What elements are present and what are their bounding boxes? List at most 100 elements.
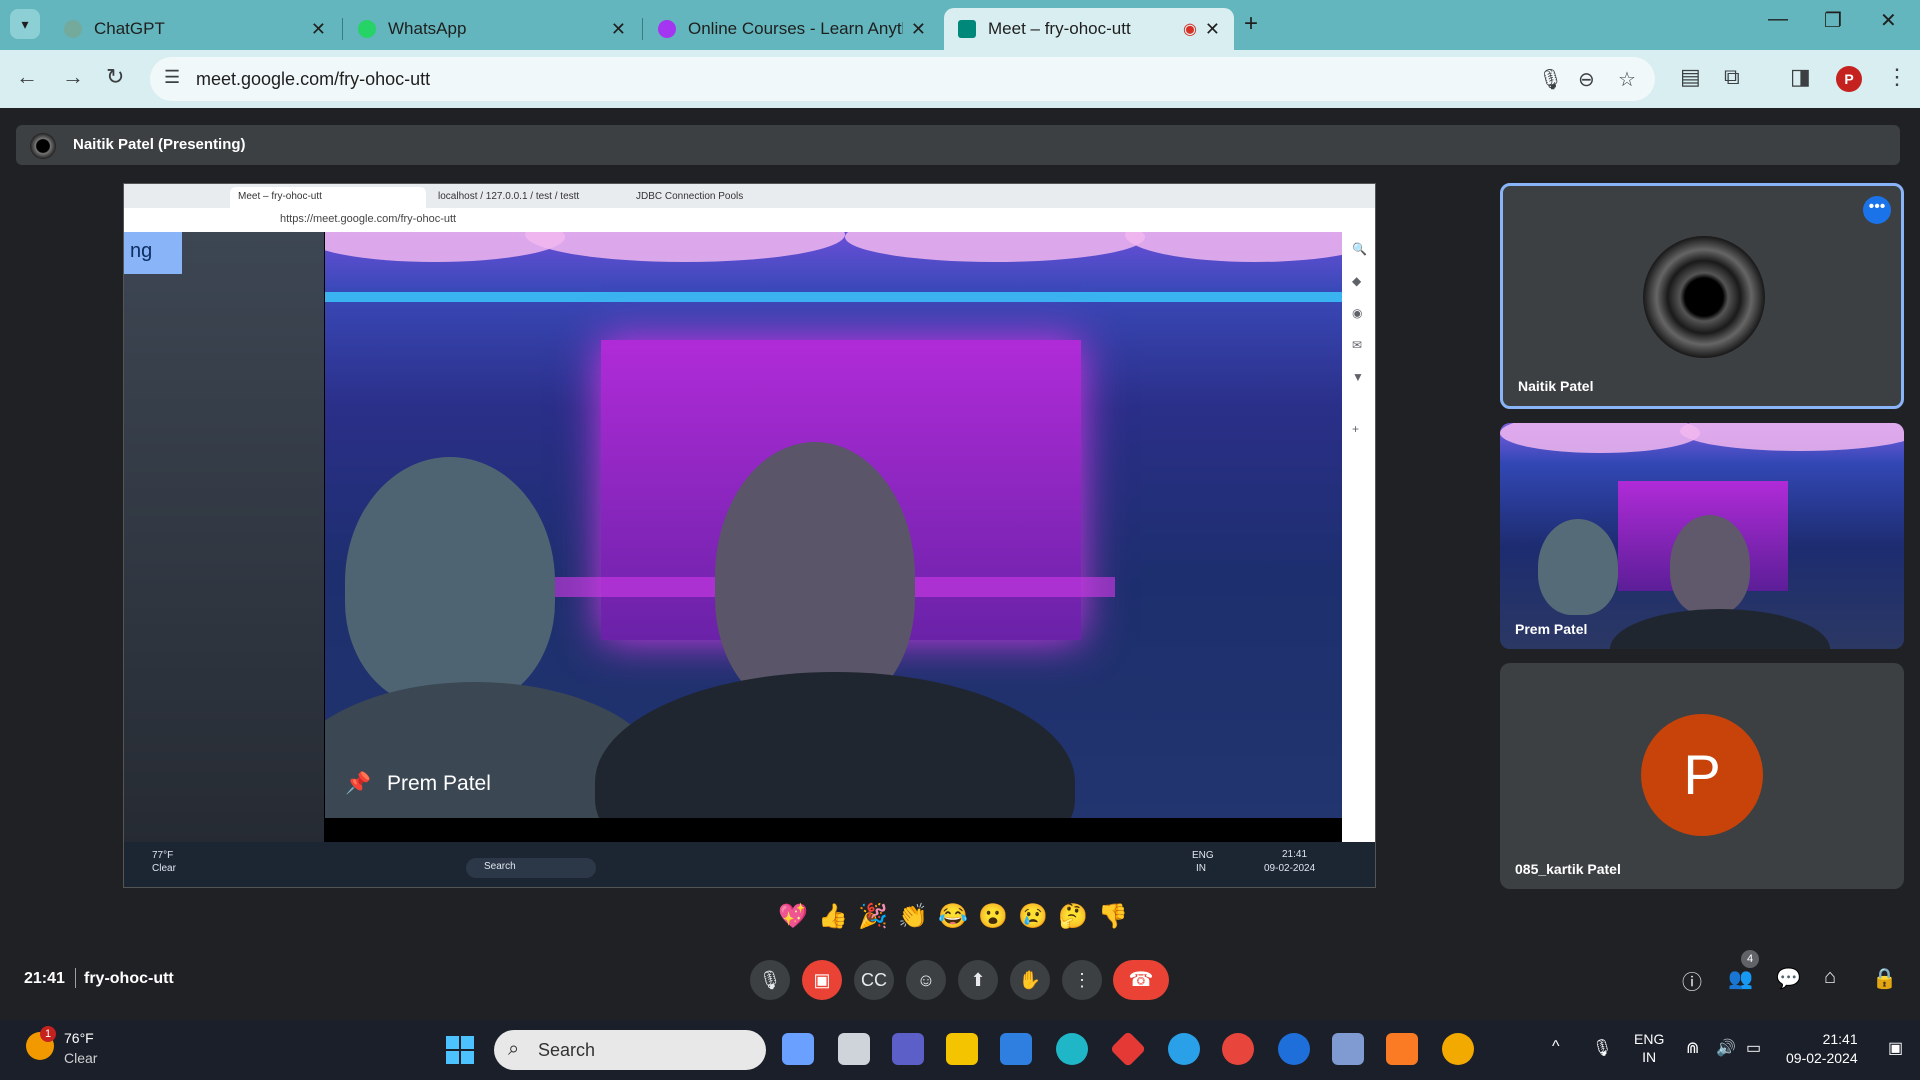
chevron-up-icon[interactable]: ^ — [1552, 1038, 1560, 1056]
host-controls-icon[interactable]: 🔒 — [1872, 966, 1897, 991]
reload-icon[interactable]: ↻ — [106, 64, 124, 90]
close-icon[interactable]: ✕ — [1205, 19, 1220, 40]
reaction-party[interactable]: 🎉 — [858, 902, 888, 938]
zoom-icon[interactable]: ⊖ — [1578, 67, 1595, 92]
chat-icon[interactable]: 💬 — [1776, 966, 1801, 991]
tab-meet[interactable]: Meet – fry-ohoc-utt ◉ ✕ — [944, 8, 1234, 50]
more-options-icon[interactable]: ••• — [1863, 196, 1891, 224]
bookmark-star-icon[interactable]: ☆ — [1618, 67, 1636, 92]
meeting-info-icon[interactable]: ⓘ — [1682, 966, 1702, 995]
emoji-button[interactable]: ☺ — [906, 960, 946, 1000]
browser-menu-icon[interactable]: ⋮ — [1886, 64, 1908, 90]
volume-icon[interactable]: 🔊 — [1716, 1038, 1736, 1058]
microphone-icon[interactable]: 🎙 — [1538, 67, 1563, 92]
app-icon[interactable] — [1442, 1033, 1474, 1065]
shared-tab-meet: Meet – fry-ohoc-utt — [230, 187, 426, 208]
teams-icon[interactable] — [892, 1033, 924, 1065]
app-icon[interactable] — [1278, 1033, 1310, 1065]
person-right-body — [595, 672, 1075, 818]
camera-off-button[interactable]: ▣ — [802, 960, 842, 1000]
shared-address-bar: https://meet.google.com/fry-ohoc-utt — [124, 208, 1375, 232]
shared-date: 09-02-2024 — [1264, 863, 1316, 874]
file-explorer-icon[interactable] — [946, 1033, 978, 1065]
microphone-button[interactable]: 🎙 — [750, 960, 790, 1000]
reaction-thinking[interactable]: 🤔 — [1058, 902, 1088, 938]
copilot-icon: ◉ — [1352, 306, 1363, 320]
anydesk-icon[interactable] — [1109, 1030, 1147, 1068]
start-button[interactable] — [446, 1036, 476, 1066]
reaction-thumbs-down[interactable]: 👎 — [1098, 902, 1128, 938]
leave-call-button[interactable]: ☎ — [1113, 960, 1169, 1000]
raise-hand-button[interactable]: ✋ — [1010, 960, 1050, 1000]
edge-icon[interactable] — [1056, 1033, 1088, 1065]
system-clock[interactable]: 21:41 09-02-2024 — [1786, 1030, 1858, 1068]
window-close-button[interactable]: ✕ — [1880, 8, 1897, 33]
tab-chatgpt[interactable]: ChatGPT ✕ — [50, 8, 340, 50]
language-indicator[interactable]: ENG IN — [1634, 1030, 1664, 1066]
participant-tile-naitik[interactable]: ••• Naitik Patel — [1500, 183, 1904, 409]
app-icon[interactable] — [1168, 1033, 1200, 1065]
presenter-title: Naitik Patel (Presenting) — [73, 136, 246, 153]
shared-tab-jdbc: JDBC Connection Pools — [636, 191, 744, 202]
weather-badge: 1 — [40, 1026, 56, 1042]
reaction-laugh[interactable]: 😂 — [938, 902, 968, 938]
reaction-clap[interactable]: 👏 — [898, 902, 928, 938]
reaction-thumbs-up[interactable]: 👍 — [818, 902, 848, 938]
shared-cond: Clear — [152, 863, 176, 874]
new-tab-button[interactable]: + — [1244, 10, 1258, 38]
more-options-button[interactable]: ⋮ — [1062, 960, 1102, 1000]
participant-tile-prem[interactable]: Prem Patel — [1500, 423, 1904, 649]
back-arrow-icon[interactable]: ← — [16, 64, 38, 90]
chrome-icon[interactable] — [1222, 1033, 1254, 1065]
close-icon[interactable]: ✕ — [311, 19, 326, 40]
site-info-icon[interactable]: ☰ — [164, 67, 180, 88]
close-icon[interactable]: ✕ — [611, 19, 626, 40]
tab-label: WhatsApp — [388, 19, 467, 38]
shared-lang: ENG — [1192, 850, 1214, 861]
task-view-icon[interactable] — [838, 1033, 870, 1065]
copilot-app-icon[interactable] — [782, 1033, 814, 1065]
people-icon[interactable]: 👥 — [1728, 966, 1753, 991]
address-bar[interactable]: ☰ meet.google.com/fry-ohoc-utt 🎙 ⊖ ☆ — [150, 57, 1655, 101]
extensions-icon[interactable]: ⧉ — [1724, 64, 1740, 90]
present-screen-button[interactable]: ⬆ — [958, 960, 998, 1000]
microsoft-store-icon[interactable] — [1000, 1033, 1032, 1065]
microphone-icon[interactable]: 🎙 — [1592, 1038, 1612, 1058]
browser-toolbar: ← → ↻ ☰ meet.google.com/fry-ohoc-utt 🎙 ⊖… — [0, 50, 1920, 108]
outlook-icon: ✉ — [1352, 338, 1363, 352]
battery-icon[interactable]: ▭ — [1746, 1038, 1761, 1058]
forward-arrow-icon[interactable]: → — [62, 64, 84, 90]
notification-icon[interactable]: ▣ — [1888, 1038, 1903, 1058]
restore-button[interactable]: ❐ — [1824, 8, 1842, 33]
profile-avatar[interactable]: P — [1836, 66, 1862, 92]
participant-tile-kartik[interactable]: P 085_kartik Patel — [1500, 663, 1904, 889]
app-icon[interactable] — [1332, 1033, 1364, 1065]
search-icon: ⌕ — [508, 1038, 520, 1060]
reading-list-icon[interactable]: ▤ — [1680, 64, 1701, 90]
pin-icon[interactable]: 📌 — [345, 772, 371, 796]
whatsapp-icon — [358, 20, 376, 38]
xampp-icon[interactable] — [1386, 1033, 1418, 1065]
shared-temp: 77°F — [152, 850, 174, 861]
tab-search-button[interactable]: ▾ — [10, 9, 40, 39]
shared-edge-sidebar: 🔍 ◆ ◉ ✉ ▼ + — [1342, 232, 1375, 842]
chatgpt-icon — [64, 20, 82, 38]
url-text[interactable]: meet.google.com/fry-ohoc-utt — [196, 69, 430, 90]
meeting-time: 21:41 — [24, 970, 65, 987]
reaction-sad[interactable]: 😢 — [1018, 902, 1048, 938]
side-panel-icon[interactable]: ◨ — [1790, 64, 1811, 90]
reaction-surprised[interactable]: 😮 — [978, 902, 1008, 938]
activities-icon[interactable]: ⌂ — [1824, 966, 1836, 989]
reaction-heart[interactable]: 💖 — [778, 902, 808, 938]
close-icon[interactable]: ✕ — [911, 19, 926, 40]
taskbar-search[interactable]: ⌕ Search — [494, 1030, 766, 1070]
captions-button[interactable]: CC — [854, 960, 894, 1000]
wifi-icon[interactable]: ⋒ — [1686, 1038, 1699, 1058]
shared-tab-localhost: localhost / 127.0.0.1 / test / testt — [438, 191, 580, 202]
weather-condition: Clear — [64, 1050, 98, 1066]
minimize-button[interactable]: — — [1768, 8, 1788, 31]
search-placeholder: Search — [538, 1040, 596, 1060]
tab-whatsapp[interactable]: WhatsApp ✕ — [344, 8, 640, 50]
ceiling-cloud — [845, 232, 1145, 262]
tab-online-courses[interactable]: Online Courses - Learn Anything ✕ — [644, 8, 940, 50]
